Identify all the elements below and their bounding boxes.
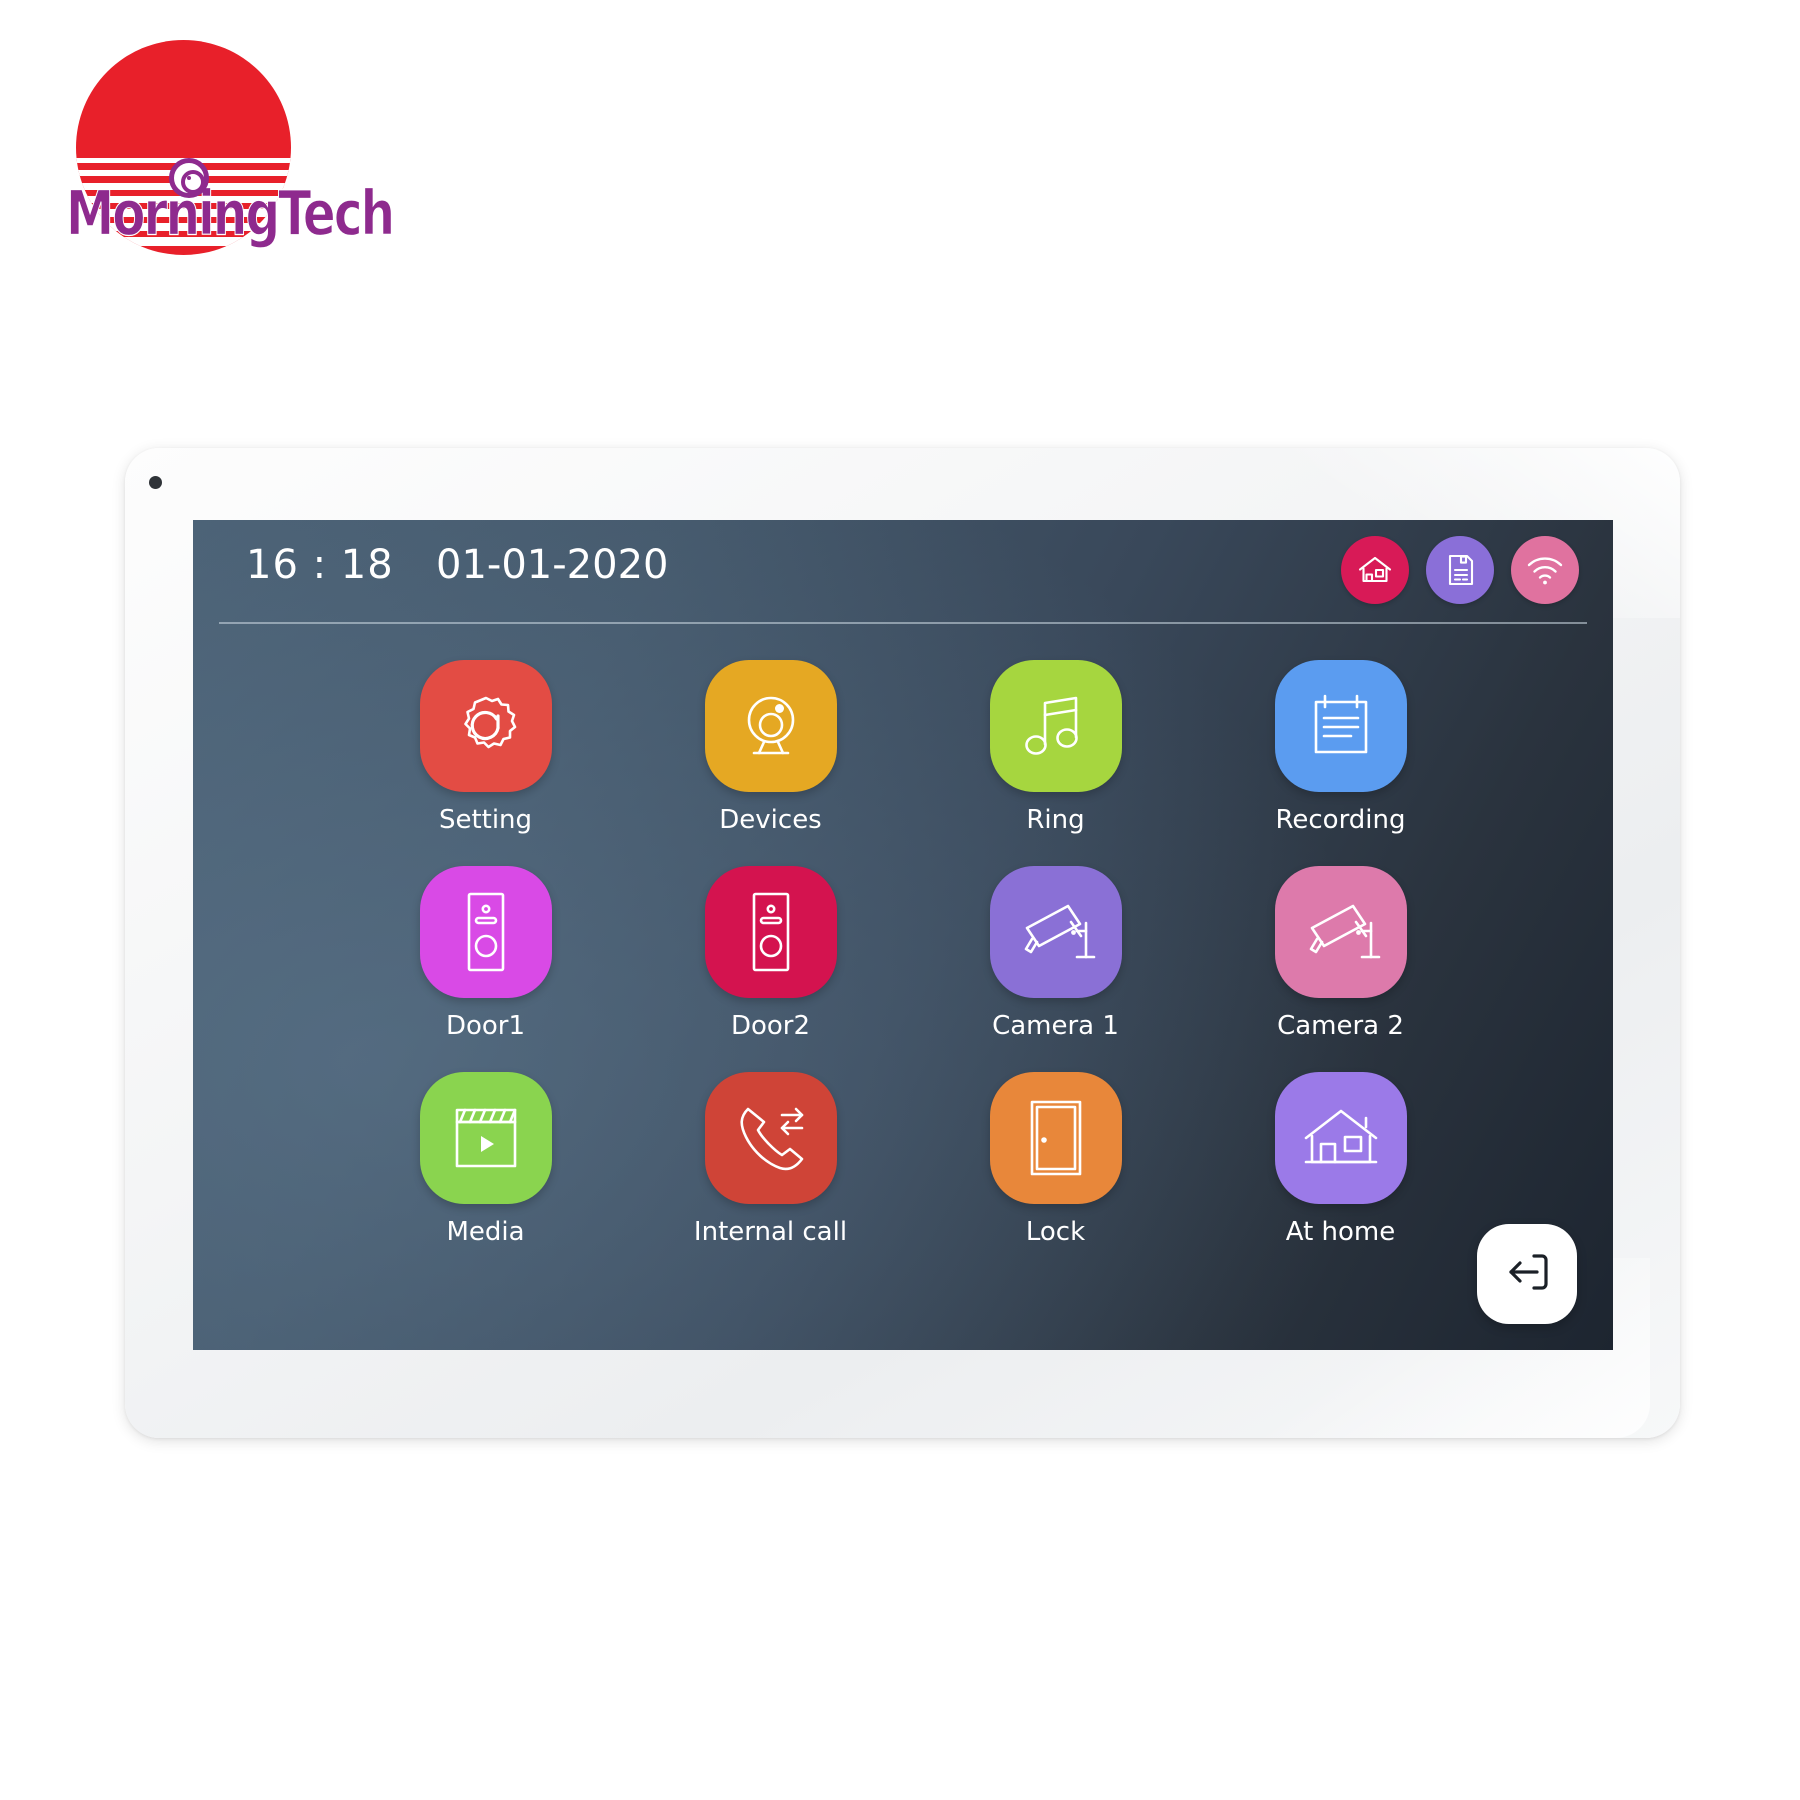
app-tile-door2[interactable]: Door2: [628, 866, 913, 1041]
app-tile-bg[interactable]: [1274, 1072, 1407, 1204]
app-tile-label: At home: [1285, 1217, 1396, 1247]
webcam-icon: [732, 687, 810, 765]
app-tile-label: Setting: [438, 805, 533, 835]
door-station-icon: [742, 889, 800, 975]
brand-wordmark-text: MorningTech: [66, 178, 396, 250]
app-tile-label: Door2: [730, 1011, 811, 1041]
app-tile-bg[interactable]: [1274, 660, 1407, 792]
app-tile-ring[interactable]: Ring: [913, 660, 1198, 835]
app-tile-internal-call[interactable]: Internal call: [628, 1072, 913, 1247]
door-station-icon: [457, 889, 515, 975]
app-tile-camera-1[interactable]: Camera 1: [913, 866, 1198, 1041]
app-tile-setting[interactable]: Setting: [343, 660, 628, 835]
document-icon: [1441, 551, 1479, 589]
app-tile-label: Camera 1: [992, 1011, 1119, 1041]
status-bar-icons: [1341, 536, 1579, 604]
app-tile-label: Door1: [445, 1011, 526, 1041]
app-tile-bg[interactable]: [419, 866, 552, 998]
app-tile-recording[interactable]: Recording: [1198, 660, 1483, 835]
app-tile-at-home[interactable]: At home: [1198, 1072, 1483, 1247]
app-tile-bg[interactable]: [704, 660, 837, 792]
notepad-icon: [1303, 687, 1379, 765]
app-tile-bg[interactable]: [989, 660, 1122, 792]
wifi-icon-button[interactable]: [1511, 536, 1579, 604]
house-icon: [1299, 1102, 1383, 1174]
app-tile-label: Recording: [1275, 805, 1406, 835]
clapperboard-icon: [446, 1100, 526, 1176]
status-bar: 16 : 18 01-01-2020: [193, 520, 1613, 620]
app-tile-bg[interactable]: [989, 1072, 1122, 1204]
notes-icon-button[interactable]: [1426, 536, 1494, 604]
app-tile-label: Camera 2: [1277, 1011, 1404, 1041]
gear-icon: [446, 686, 526, 766]
app-tile-bg[interactable]: [419, 1072, 552, 1204]
status-bar-divider: [219, 622, 1587, 624]
clock-time: 16 : 18: [246, 542, 394, 588]
app-tile-lock[interactable]: Lock: [913, 1072, 1198, 1247]
app-tile-label: Ring: [1026, 805, 1085, 835]
wifi-icon: [1524, 551, 1566, 589]
home-icon: [1355, 550, 1395, 590]
target-ring-icon: [169, 158, 209, 198]
app-tile-media[interactable]: Media: [343, 1072, 628, 1247]
call-transfer-icon: [730, 1099, 812, 1177]
app-tile-label: Internal call: [693, 1217, 848, 1247]
cctv-camera-icon: [1014, 895, 1098, 969]
light-sensor-dot: [149, 476, 162, 489]
app-tile-bg[interactable]: [704, 866, 837, 998]
app-tile-bg[interactable]: [704, 1072, 837, 1204]
home-icon-button[interactable]: [1341, 536, 1409, 604]
app-tile-bg[interactable]: [989, 866, 1122, 998]
clock-date: 01-01-2020: [436, 542, 669, 588]
app-tile-bg[interactable]: [1274, 866, 1407, 998]
app-grid: Setting Devices Ring Recording Door1 Doo…: [343, 660, 1483, 1247]
app-tile-camera-2[interactable]: Camera 2: [1198, 866, 1483, 1041]
device-screen: 16 : 18 01-01-2020 Setting Devices Ring …: [193, 520, 1613, 1350]
app-tile-door1[interactable]: Door1: [343, 866, 628, 1041]
app-tile-bg[interactable]: [419, 660, 552, 792]
page-root: MorningTech 16 : 18 01-01-2020 Setting D…: [0, 0, 1800, 1800]
app-tile-label: Devices: [719, 805, 822, 835]
brand-logo: MorningTech: [66, 40, 396, 255]
cctv-camera-icon: [1299, 895, 1383, 969]
app-tile-label: Lock: [1025, 1217, 1086, 1247]
door-icon: [1023, 1097, 1089, 1179]
intercom-device-frame: 16 : 18 01-01-2020 Setting Devices Ring …: [125, 448, 1680, 1438]
music-note-icon: [1019, 687, 1093, 765]
app-tile-label: Media: [446, 1217, 525, 1247]
app-tile-devices[interactable]: Devices: [628, 660, 913, 835]
back-exit-button[interactable]: [1477, 1224, 1577, 1324]
exit-arrow-icon: [1498, 1243, 1556, 1306]
